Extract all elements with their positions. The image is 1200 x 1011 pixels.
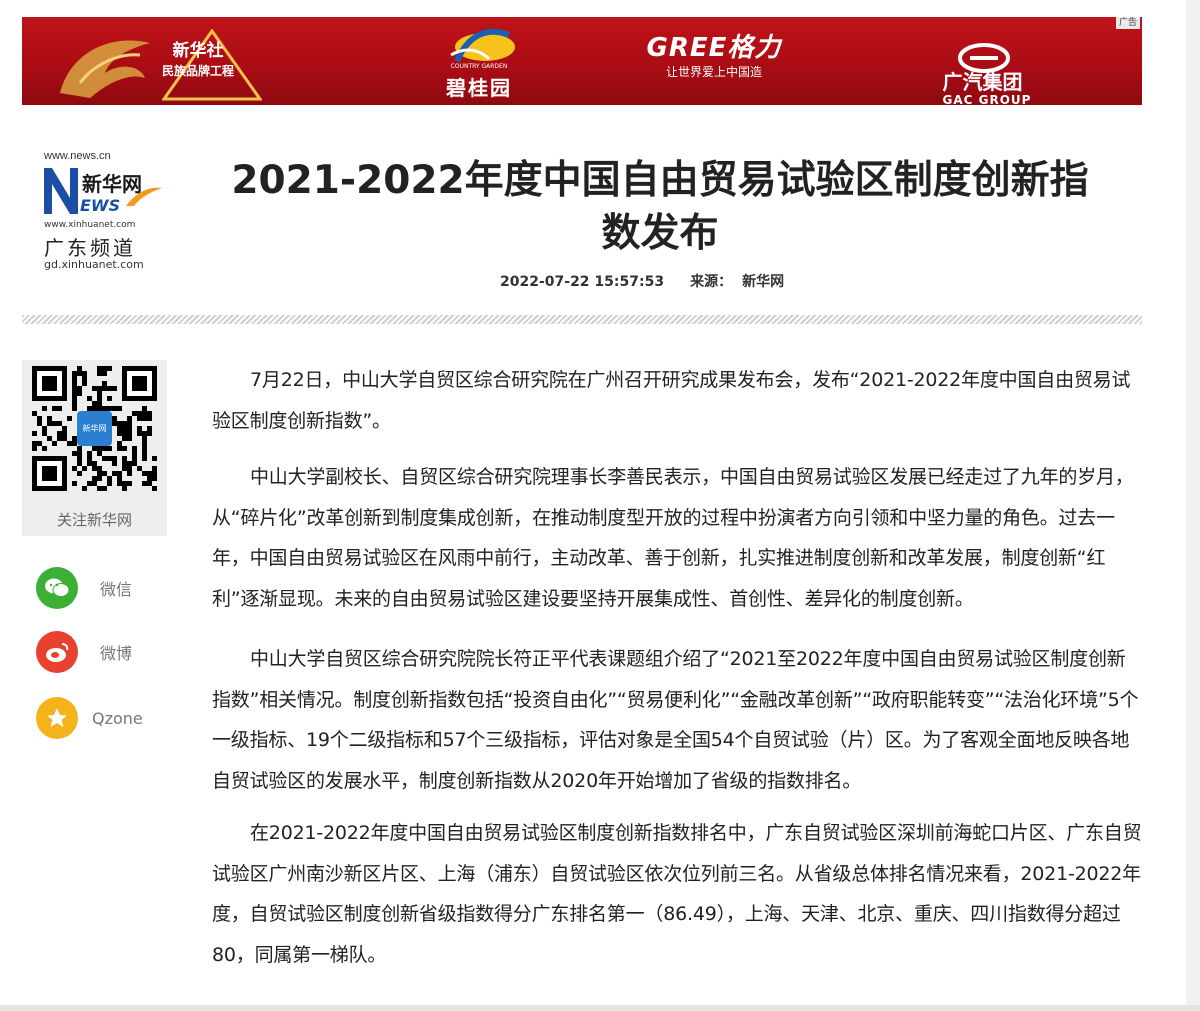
xinhua-brand-text: 新华社 [172, 41, 224, 61]
ad-tag: 广告 [1115, 17, 1140, 29]
gac-en: GAC GROUP [942, 93, 1032, 105]
article-body: 7月22日，中山大学自贸区综合研究院在广州召开研究成果发布会，发布“2021-2… [212, 360, 1144, 989]
article-paragraph-2: 中山大学副校长、自贸区综合研究院理事长李善民表示，中国自由贸易试验区发展已经走过… [212, 466, 1134, 610]
dragon-icon [60, 40, 150, 98]
site-url-mid: www.xinhuanet.com [44, 220, 136, 230]
divider [22, 315, 1142, 324]
share-qzone-button[interactable]: Qzone [36, 696, 166, 740]
source-label: 来源： [690, 274, 733, 290]
site-url-bottom: gd.xinhuanet.com [44, 258, 144, 271]
gac-group-logo[interactable]: 广汽集团 GAC GROUP [884, 43, 1084, 105]
country-garden-logo[interactable]: COUNTRY GARDEN 碧桂园 [424, 25, 534, 101]
site-news-word: EWS [80, 196, 121, 215]
xinhua-brand-project-logo[interactable]: 新华社 民族品牌工程 [50, 23, 262, 101]
article-paragraph-1: 7月22日，中山大学自贸区综合研究院在广州召开研究成果发布会，发布“2021-2… [212, 369, 1131, 432]
qr-code-panel: 新华网 关注新华网 [22, 360, 167, 536]
article-datetime: 2022-07-22 15:57:53 [500, 274, 665, 290]
article-paragraph-4: 在2021-2022年度中国自由贸易试验区制度创新指数排名中，广东自贸试验区深圳… [212, 822, 1142, 966]
share-qzone-label: Qzone [92, 708, 143, 728]
ad-banner[interactable]: 广告 新华社 民族品牌工程 COUNTRY GARDEN 碧桂园 GREE格力 … [22, 17, 1142, 105]
qr-center-label: 新华网 [83, 423, 107, 433]
share-weibo-button[interactable]: 微博 [36, 630, 166, 674]
channel-name: 广东频道 [44, 236, 136, 260]
qr-label: 关注新华网 [56, 511, 132, 529]
gree-logo[interactable]: GREE格力 让世界爱上中国造 [614, 35, 814, 80]
gree-slogan: 让世界爱上中国造 [665, 65, 762, 79]
news-n-icon [44, 168, 78, 214]
gree-name: GREE格力 [646, 33, 782, 63]
weibo-icon [36, 631, 78, 673]
gac-name: 广汽集团 [942, 70, 1023, 94]
wechat-icon [36, 567, 78, 609]
site-url-top: www.news.cn [44, 150, 111, 162]
share-wechat-label: 微信 [100, 580, 133, 599]
gac-emblem-icon [958, 43, 1010, 73]
xinhuanet-guangdong-logo[interactable]: www.news.cn 新华网 EWS www.xinhuanet.com 广东… [40, 150, 168, 275]
share-weibo-label: 微博 [100, 644, 133, 663]
qr-code-icon: 新华网 [32, 366, 157, 491]
article-title: 2021-2022年度中国自由贸易试验区制度创新指数发布 [231, 158, 1089, 256]
article-paragraph-3: 中山大学自贸区综合研究院院长符正平代表课题组介绍了“2021至2022年度中国自… [212, 648, 1139, 792]
qzone-icon [36, 697, 78, 739]
brand-project-text: 民族品牌工程 [162, 64, 235, 78]
country-garden-en: COUNTRY GARDEN [450, 63, 508, 70]
vertical-scrollbar[interactable] [1186, 0, 1200, 1011]
horizontal-scrollbar[interactable] [0, 1005, 1200, 1011]
swoosh-icon [126, 187, 162, 206]
country-garden-name: 碧桂园 [446, 76, 512, 100]
article-meta: 2022-07-22 15:57:53 来源： 新华网 [500, 271, 830, 291]
source-name: 新华网 [742, 274, 785, 290]
share-wechat-button[interactable]: 微信 [36, 566, 166, 610]
